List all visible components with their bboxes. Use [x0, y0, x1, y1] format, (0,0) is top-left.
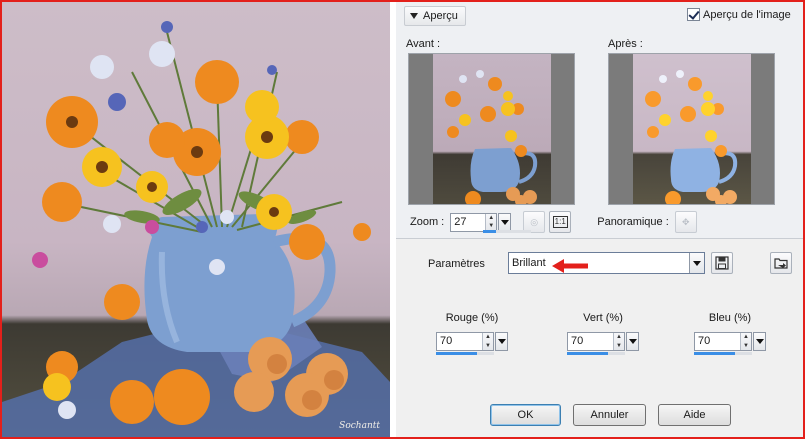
preset-value: Brillant	[512, 257, 546, 269]
blue-spin-arrows[interactable]: ▲ ▼	[740, 333, 751, 350]
green-level-bar	[567, 352, 625, 355]
red-spin-arrows[interactable]: ▲ ▼	[482, 333, 493, 350]
preview-header-label: Aperçu	[423, 10, 458, 22]
green-dropdown-button[interactable]	[626, 332, 639, 351]
spin-down-icon[interactable]: ▼	[614, 342, 624, 351]
zoom-value[interactable]: 27	[451, 214, 485, 231]
chevron-down-icon	[410, 13, 418, 19]
spin-up-icon[interactable]: ▲	[741, 333, 751, 342]
blue-spinner[interactable]: 70 ▲ ▼	[694, 332, 752, 351]
preview-panel: Aperçu Aperçu de l'image Avant : Après :	[396, 2, 803, 239]
red-value[interactable]: 70	[437, 333, 482, 350]
before-label: Avant :	[406, 38, 441, 50]
help-button[interactable]: Aide	[658, 404, 731, 426]
green-control: Vert (%) 70 ▲ ▼	[567, 312, 639, 355]
fit-icon: 1:1	[552, 216, 568, 228]
ok-button[interactable]: OK	[490, 404, 561, 426]
red-dropdown-button[interactable]	[495, 332, 508, 351]
before-preview-image	[433, 54, 551, 204]
fit-button[interactable]: 1:1	[549, 211, 572, 233]
zoom-level-fill	[483, 230, 496, 233]
spin-up-icon[interactable]: ▲	[483, 333, 493, 342]
red-level-bar	[436, 352, 494, 355]
pan-label: Panoramique :	[597, 216, 669, 228]
zoom-level-bar	[483, 230, 531, 233]
blue-value[interactable]: 70	[695, 333, 740, 350]
chevron-down-icon	[693, 260, 701, 266]
checkbox-icon[interactable]	[687, 8, 700, 21]
blue-control: Bleu (%) 70 ▲ ▼	[694, 312, 766, 355]
spin-up-icon[interactable]: ▲	[486, 214, 496, 223]
before-preview[interactable]	[408, 53, 575, 205]
image-preview-label: Aperçu de l'image	[703, 8, 791, 21]
pan-icon: ✥	[682, 216, 690, 227]
chevron-down-icon	[755, 339, 764, 344]
green-level-fill	[567, 352, 608, 355]
spin-up-icon[interactable]: ▲	[614, 333, 624, 342]
after-preview-image	[633, 54, 751, 204]
params-label: Paramètres	[428, 258, 485, 270]
red-arrow-icon	[552, 259, 588, 273]
cancel-button[interactable]: Annuler	[573, 404, 646, 426]
red-label: Rouge (%)	[445, 312, 499, 324]
green-label: Vert (%)	[583, 312, 623, 324]
red-spinner[interactable]: 70 ▲ ▼	[436, 332, 494, 351]
green-value[interactable]: 70	[568, 333, 613, 350]
dialog-buttons: OK Annuler Aide	[490, 404, 731, 426]
green-spin-arrows[interactable]: ▲ ▼	[613, 333, 624, 350]
preset-select[interactable]: Brillant	[508, 252, 705, 274]
preview-collapse-toggle[interactable]: Aperçu	[404, 6, 466, 26]
blue-level-bar	[694, 352, 752, 355]
spin-down-icon[interactable]: ▼	[483, 342, 493, 351]
artist-signature: Sochantt	[339, 421, 380, 431]
spin-down-icon[interactable]: ▼	[741, 342, 751, 351]
after-label: Après :	[608, 38, 643, 50]
painting-image: Sochantt	[2, 2, 390, 437]
parameters-row: Paramètres Brillant	[396, 250, 803, 280]
blue-level-fill	[694, 352, 735, 355]
zoom-dropdown-button[interactable]	[498, 212, 512, 232]
reset-zoom-icon: ◎	[530, 216, 539, 227]
save-preset-icon	[715, 256, 729, 270]
pan-button[interactable]: ✥	[674, 211, 697, 233]
chevron-down-icon	[628, 339, 637, 344]
blue-label: Bleu (%)	[708, 312, 752, 324]
zoom-label: Zoom :	[410, 216, 445, 228]
zoom-controls: Zoom : 27 ▲ ▼ ◎ 1:1 Panoramique : ✥	[410, 211, 697, 233]
red-control: Rouge (%) 70 ▲ ▼	[436, 312, 508, 355]
after-preview[interactable]	[608, 53, 775, 205]
green-spinner[interactable]: 70 ▲ ▼	[567, 332, 625, 351]
save-preset-button[interactable]	[711, 252, 733, 274]
chevron-down-icon	[500, 219, 509, 225]
brightness-dialog: Aperçu Aperçu de l'image Avant : Après :	[396, 2, 803, 437]
load-preset-icon	[774, 258, 788, 269]
zoom-spinner[interactable]: 27 ▲ ▼	[450, 212, 498, 232]
zoom-spin-arrows[interactable]: ▲ ▼	[485, 213, 497, 231]
red-level-fill	[436, 352, 477, 355]
blue-dropdown-button[interactable]	[753, 332, 766, 351]
load-preset-button[interactable]	[770, 252, 792, 274]
chevron-down-icon	[497, 339, 506, 344]
image-preview-option[interactable]: Aperçu de l'image	[687, 8, 791, 21]
preset-dropdown-button[interactable]	[689, 253, 704, 273]
bouquet-illustration	[2, 21, 390, 437]
